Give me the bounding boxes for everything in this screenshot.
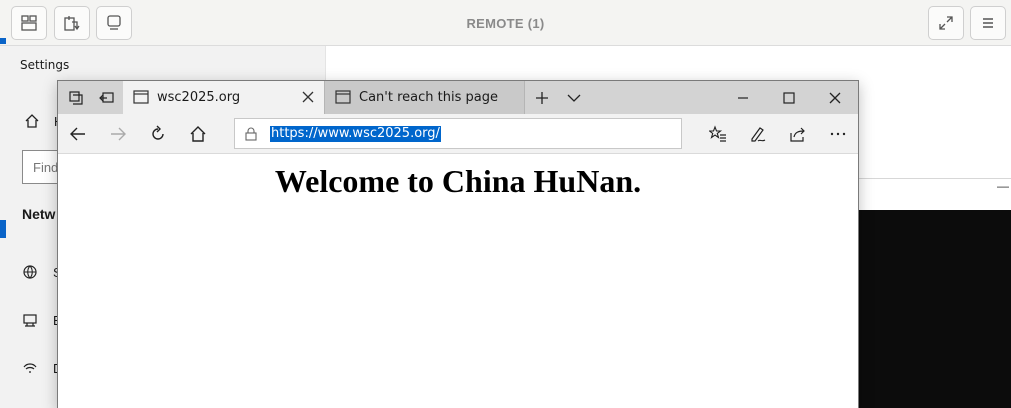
- lock-icon: [245, 127, 257, 141]
- console-body: [850, 210, 1011, 408]
- share-button[interactable]: [780, 118, 816, 150]
- share-icon: [790, 127, 805, 142]
- navigation-bar: https://www.wsc2025.org/: [58, 114, 858, 154]
- notes-button[interactable]: [740, 118, 776, 150]
- more-button[interactable]: [820, 118, 856, 150]
- maximize-icon: [783, 91, 795, 104]
- remote-viewer-toolbar: REMOTE (1): [0, 0, 1011, 46]
- address-bar[interactable]: https://www.wsc2025.org/: [234, 118, 682, 149]
- menu-icon: [983, 18, 993, 28]
- fullscreen-icon: [939, 16, 953, 30]
- tab-preview-button[interactable]: [60, 81, 92, 114]
- arrow-right-icon: [111, 127, 126, 141]
- refresh-button[interactable]: [140, 118, 176, 150]
- favorites-star-icon: [709, 125, 726, 142]
- tab-label: wsc2025.org: [157, 90, 241, 105]
- tab-cant-reach[interactable]: Can't reach this page: [324, 81, 525, 114]
- plus-icon: [536, 91, 548, 104]
- tab-preview-icon: [69, 90, 83, 105]
- fullscreen-button[interactable]: [928, 6, 964, 40]
- page-viewport: Welcome to China HuNan.: [58, 155, 858, 408]
- set-aside-tabs-button[interactable]: [91, 81, 123, 114]
- close-icon: [829, 92, 841, 103]
- minimize-icon: [738, 96, 748, 99]
- settings-section-title: Netw: [22, 206, 56, 222]
- maximize-button[interactable]: [773, 81, 805, 114]
- dialup-icon: [23, 363, 37, 373]
- tab-strip: wsc2025.org Can't reach this page: [58, 81, 858, 114]
- selection-marker: [0, 38, 6, 44]
- back-button[interactable]: [60, 118, 96, 150]
- refresh-icon: [152, 125, 164, 140]
- new-tab-button[interactable]: [526, 81, 558, 114]
- set-aside-icon: [99, 91, 114, 103]
- settings-title: Settings: [20, 58, 70, 72]
- viewer-title: REMOTE (1): [466, 16, 545, 31]
- browser-window: wsc2025.org Can't reach this page https:…: [57, 80, 859, 408]
- forward-button[interactable]: [100, 118, 136, 150]
- minimize-icon[interactable]: —: [997, 179, 1009, 193]
- tab-list-button[interactable]: [558, 81, 590, 114]
- home-icon: [190, 126, 206, 142]
- menu-button[interactable]: [970, 6, 1006, 40]
- page-heading: Welcome to China HuNan.: [274, 163, 642, 199]
- more-dots-icon: [830, 132, 846, 136]
- console-window: —: [850, 178, 1011, 408]
- close-tab-icon[interactable]: [300, 89, 316, 105]
- home-icon: [25, 114, 39, 128]
- globe-icon: [23, 265, 37, 279]
- tab-wsc2025[interactable]: wsc2025.org: [123, 81, 324, 114]
- section-selection-marker: [0, 220, 6, 238]
- close-window-button[interactable]: [819, 81, 851, 114]
- arrow-left-icon: [70, 127, 85, 141]
- page-icon: [133, 90, 149, 104]
- minimize-button[interactable]: [727, 81, 759, 114]
- chevron-down-icon: [567, 94, 581, 102]
- home-button[interactable]: [180, 118, 216, 150]
- favorites-button[interactable]: [700, 118, 736, 150]
- address-url[interactable]: https://www.wsc2025.org/: [270, 126, 441, 142]
- pen-icon: [751, 127, 766, 142]
- page-icon: [335, 90, 351, 104]
- ethernet-icon: [23, 314, 37, 327]
- settings-search-placeholder: Find: [33, 160, 59, 175]
- tab-label: Can't reach this page: [359, 90, 498, 105]
